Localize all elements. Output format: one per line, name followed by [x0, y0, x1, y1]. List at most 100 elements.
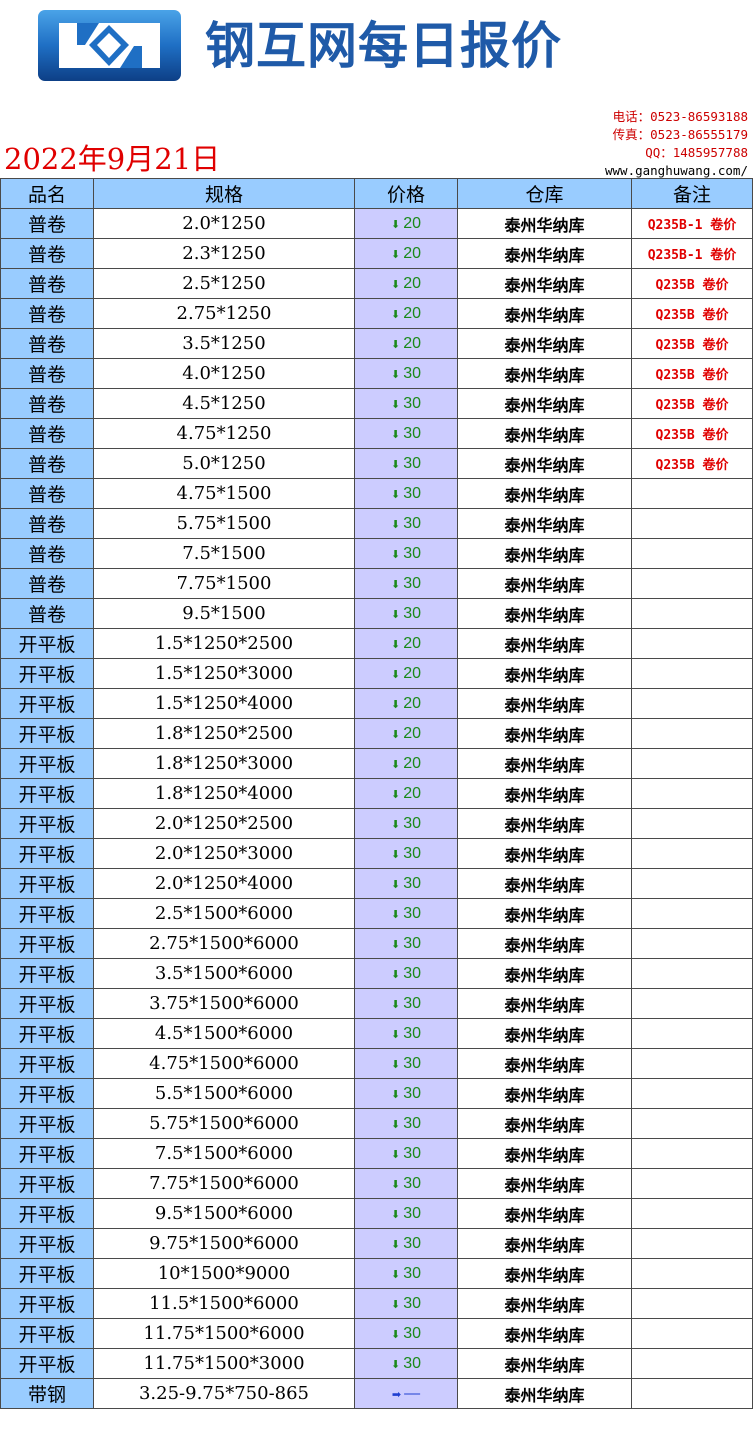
product-name: 普卷 — [0, 568, 94, 599]
product-spec: 11.75*1500*6000 — [93, 1318, 355, 1349]
warehouse: 泰州华纳库 — [457, 838, 632, 869]
price-change-value: 30 — [403, 394, 421, 412]
price-change-value: 30 — [403, 994, 421, 1012]
product-spec: 1.5*1250*3000 — [93, 658, 355, 689]
product-name: 开平板 — [0, 868, 94, 899]
table-row: 普卷 9.5*1500 ⬇ 30 泰州华纳库 — [0, 598, 753, 629]
price-change-value: 20 — [403, 664, 421, 682]
down-arrow-icon: ⬇ — [390, 1118, 401, 1131]
price-change-value: 20 — [403, 754, 421, 772]
price-change: ⬇ 20 — [354, 298, 458, 329]
down-arrow-icon: ⬇ — [390, 1328, 401, 1341]
remark: Q235B-1 卷价 — [631, 238, 753, 269]
product-spec: 2.3*1250 — [93, 238, 355, 269]
down-arrow-icon: ⬇ — [390, 638, 401, 651]
warehouse: 泰州华纳库 — [457, 268, 632, 299]
down-arrow-icon: ⬇ — [390, 1268, 401, 1281]
price-change: ⬇ 30 — [354, 568, 458, 599]
down-arrow-icon: ⬇ — [390, 248, 401, 261]
price-change: ⬇ 30 — [354, 358, 458, 389]
remark — [631, 478, 753, 509]
table-row: 开平板 9.5*1500*6000 ⬇ 30 泰州华纳库 — [0, 1198, 753, 1229]
table-row: 普卷 4.5*1250 ⬇ 30 泰州华纳库 Q235B 卷价 — [0, 388, 753, 419]
price-change: ⬇ 30 — [354, 1108, 458, 1139]
warehouse: 泰州华纳库 — [457, 298, 632, 329]
product-spec: 1.8*1250*4000 — [93, 778, 355, 809]
warehouse: 泰州华纳库 — [457, 658, 632, 689]
price-change-value: 30 — [403, 544, 421, 562]
price-change: ➡ — — [354, 1378, 458, 1409]
warehouse: 泰州华纳库 — [457, 628, 632, 659]
down-arrow-icon: ⬇ — [390, 308, 401, 321]
down-arrow-icon: ⬇ — [390, 728, 401, 741]
warehouse: 泰州华纳库 — [457, 208, 632, 239]
remark — [631, 1018, 753, 1049]
product-name: 普卷 — [0, 418, 94, 449]
warehouse: 泰州华纳库 — [457, 568, 632, 599]
down-arrow-icon: ⬇ — [390, 1028, 401, 1041]
price-change: ⬇ 30 — [354, 898, 458, 929]
column-header-name: 品名 — [0, 178, 94, 209]
down-arrow-icon: ⬇ — [390, 1178, 401, 1191]
table-row: 普卷 2.75*1250 ⬇ 20 泰州华纳库 Q235B 卷价 — [0, 298, 753, 329]
remark — [631, 508, 753, 539]
warehouse: 泰州华纳库 — [457, 538, 632, 569]
price-change-value: 20 — [403, 214, 421, 232]
price-change-value: 30 — [403, 1294, 421, 1312]
remark — [631, 898, 753, 929]
remark — [631, 808, 753, 839]
down-arrow-icon: ⬇ — [390, 1088, 401, 1101]
price-change-value: 20 — [403, 304, 421, 322]
price-change-value: 30 — [403, 514, 421, 532]
price-change: ⬇ 30 — [354, 538, 458, 569]
price-change: ⬇ 20 — [354, 328, 458, 359]
price-change-value: 20 — [403, 334, 421, 352]
down-arrow-icon: ⬇ — [390, 968, 401, 981]
product-name: 开平板 — [0, 1078, 94, 1109]
warehouse: 泰州华纳库 — [457, 358, 632, 389]
table-body: 普卷 2.0*1250 ⬇ 20 泰州华纳库 Q235B-1 卷价 普卷 2.3*1250 ⬇ 2… — [0, 208, 753, 1409]
down-arrow-icon: ⬇ — [390, 1058, 401, 1071]
down-arrow-icon: ⬇ — [390, 398, 401, 411]
down-arrow-icon: ⬇ — [390, 1298, 401, 1311]
warehouse: 泰州华纳库 — [457, 928, 632, 959]
table-row: 开平板 2.5*1500*6000 ⬇ 30 泰州华纳库 — [0, 898, 753, 929]
price-change: ⬇ 30 — [354, 1198, 458, 1229]
price-change: ⬇ 30 — [354, 1258, 458, 1289]
product-spec: 3.5*1250 — [93, 328, 355, 359]
warehouse: 泰州华纳库 — [457, 1318, 632, 1349]
product-name: 开平板 — [0, 1138, 94, 1169]
table-row: 开平板 7.75*1500*6000 ⬇ 30 泰州华纳库 — [0, 1168, 753, 1199]
contact-info: 电话：0523-86593188 传真：0523-86555179 QQ：148… — [605, 108, 748, 180]
remark: Q235B 卷价 — [631, 328, 753, 359]
product-spec: 2.0*1250*3000 — [93, 838, 355, 869]
remark — [631, 748, 753, 779]
product-name: 开平板 — [0, 1198, 94, 1229]
product-spec: 9.5*1500 — [93, 598, 355, 629]
warehouse: 泰州华纳库 — [457, 1198, 632, 1229]
price-change-value: 20 — [403, 244, 421, 262]
product-spec: 11.5*1500*6000 — [93, 1288, 355, 1319]
product-name: 普卷 — [0, 268, 94, 299]
remark — [631, 1378, 753, 1409]
price-change: ⬇ 30 — [354, 388, 458, 419]
product-spec: 2.75*1250 — [93, 298, 355, 329]
product-name: 开平板 — [0, 958, 94, 989]
warehouse: 泰州华纳库 — [457, 898, 632, 929]
price-change: ⬇ 30 — [354, 988, 458, 1019]
remark — [631, 688, 753, 719]
product-spec: 5.5*1500*6000 — [93, 1078, 355, 1109]
product-name: 开平板 — [0, 1348, 94, 1379]
product-name: 普卷 — [0, 298, 94, 329]
table-row: 开平板 1.8*1250*2500 ⬇ 20 泰州华纳库 — [0, 718, 753, 749]
down-arrow-icon: ⬇ — [390, 518, 401, 531]
remark — [631, 568, 753, 599]
price-change-value: 30 — [403, 934, 421, 952]
price-change-value: 30 — [403, 874, 421, 892]
product-spec: 1.8*1250*3000 — [93, 748, 355, 779]
page-title: 钢互网每日报价 — [205, 17, 562, 75]
product-spec: 3.25-9.75*750-865 — [93, 1378, 355, 1409]
table-row: 带钢 3.25-9.75*750-865 ➡ — 泰州华纳库 — [0, 1378, 753, 1409]
product-spec: 4.75*1500 — [93, 478, 355, 509]
column-header-price: 价格 — [354, 178, 458, 209]
